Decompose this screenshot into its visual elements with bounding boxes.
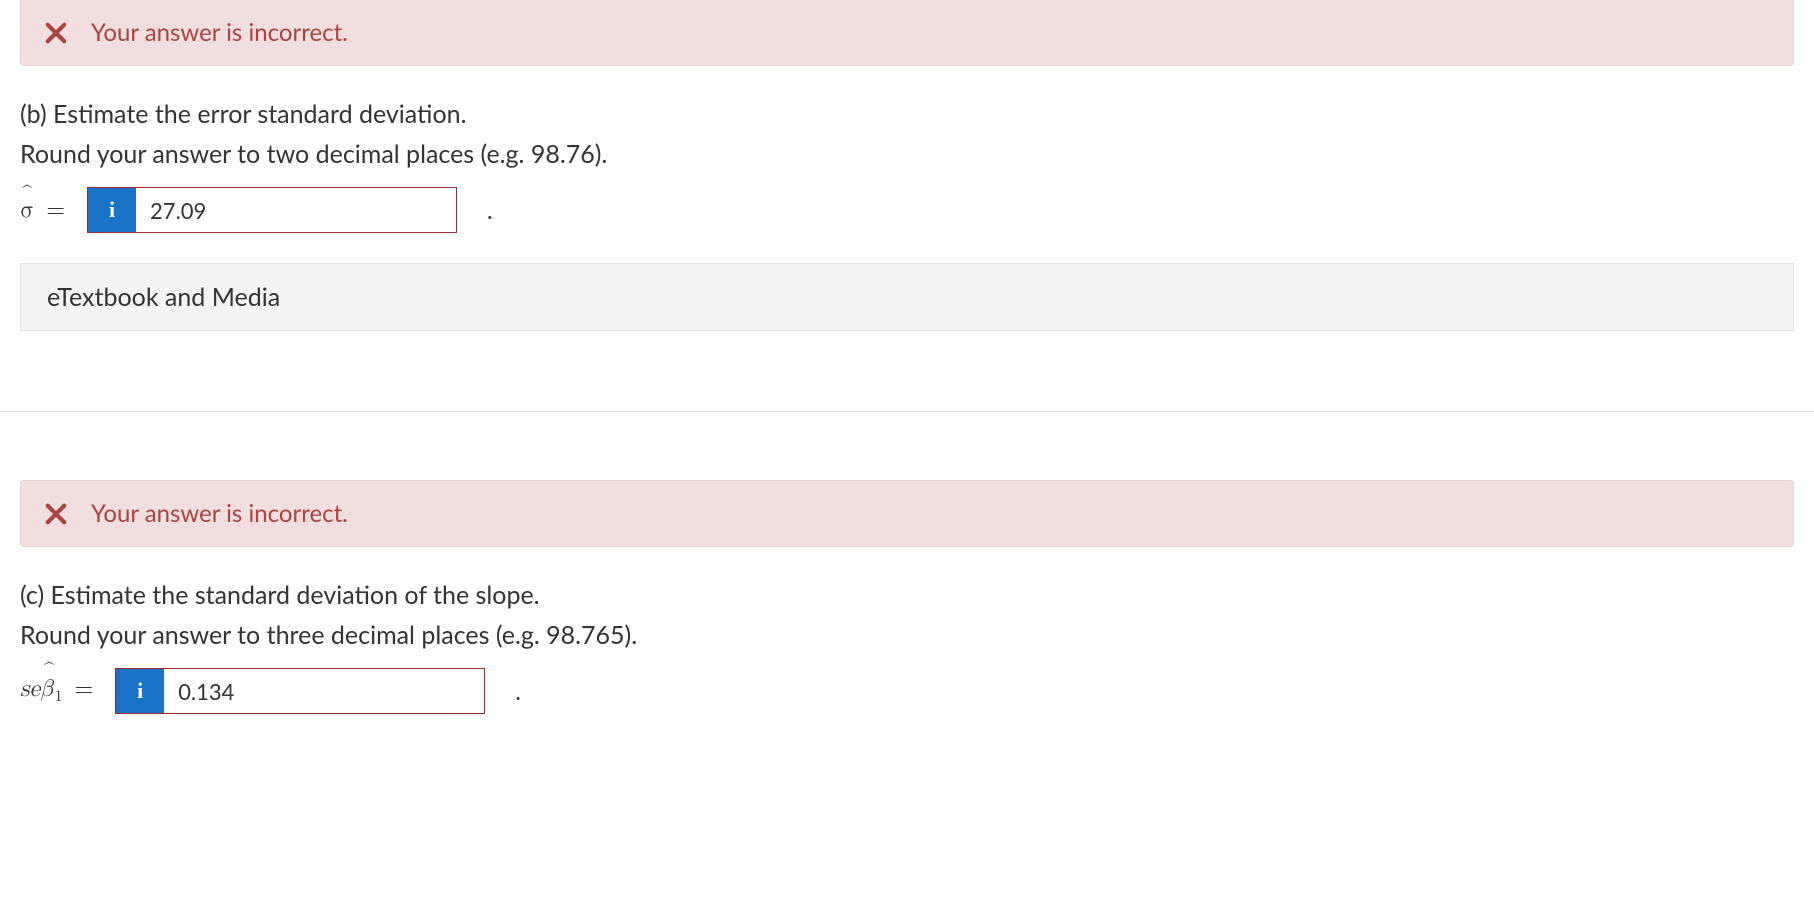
answer-row-c: seβ1 = i . [20,668,1794,714]
info-icon[interactable]: i [88,188,136,232]
question-b: (b) Estimate the error standard deviatio… [0,96,1814,233]
question-b-prompt-1: (b) Estimate the error standard deviatio… [20,96,1794,134]
info-icon[interactable]: i [116,669,164,713]
input-group-c: i [115,668,485,714]
sigma-input[interactable] [136,188,456,232]
x-icon [45,503,67,525]
answer-row-b: σ = i . [20,187,1794,233]
sigma-hat-label: σ = [20,196,77,225]
beta-symbol: β [40,675,53,704]
subscript-1: 1 [55,689,63,705]
etextbook-media-button[interactable]: eTextbook and Media [20,263,1794,331]
error-text-c: Your answer is incorrect. [91,499,348,528]
question-c: (c) Estimate the standard deviation of t… [0,577,1814,714]
period-c: . [515,677,521,706]
error-text-b: Your answer is incorrect. [91,18,348,47]
equals-sign-c: = [75,677,94,701]
question-c-prompt-2: Round your answer to three decimal place… [20,617,1794,655]
question-b-prompt-2: Round your answer to two decimal places … [20,136,1794,174]
question-c-prompt-1: (c) Estimate the standard deviation of t… [20,577,1794,615]
sigma-symbol: σ [20,196,34,225]
se-beta-hat-label: seβ1 = [20,675,105,708]
period-b: . [487,196,493,225]
input-group-b: i [87,187,457,233]
page-container: Your answer is incorrect. (b) Estimate t… [0,0,1814,714]
se-beta-input[interactable] [164,669,484,713]
equals-sign-b: = [46,198,65,222]
error-banner-b: Your answer is incorrect. [20,0,1794,66]
se-symbol: se [20,677,40,701]
error-banner-c: Your answer is incorrect. [20,480,1794,547]
section-gap [0,412,1814,480]
x-icon [45,22,67,44]
